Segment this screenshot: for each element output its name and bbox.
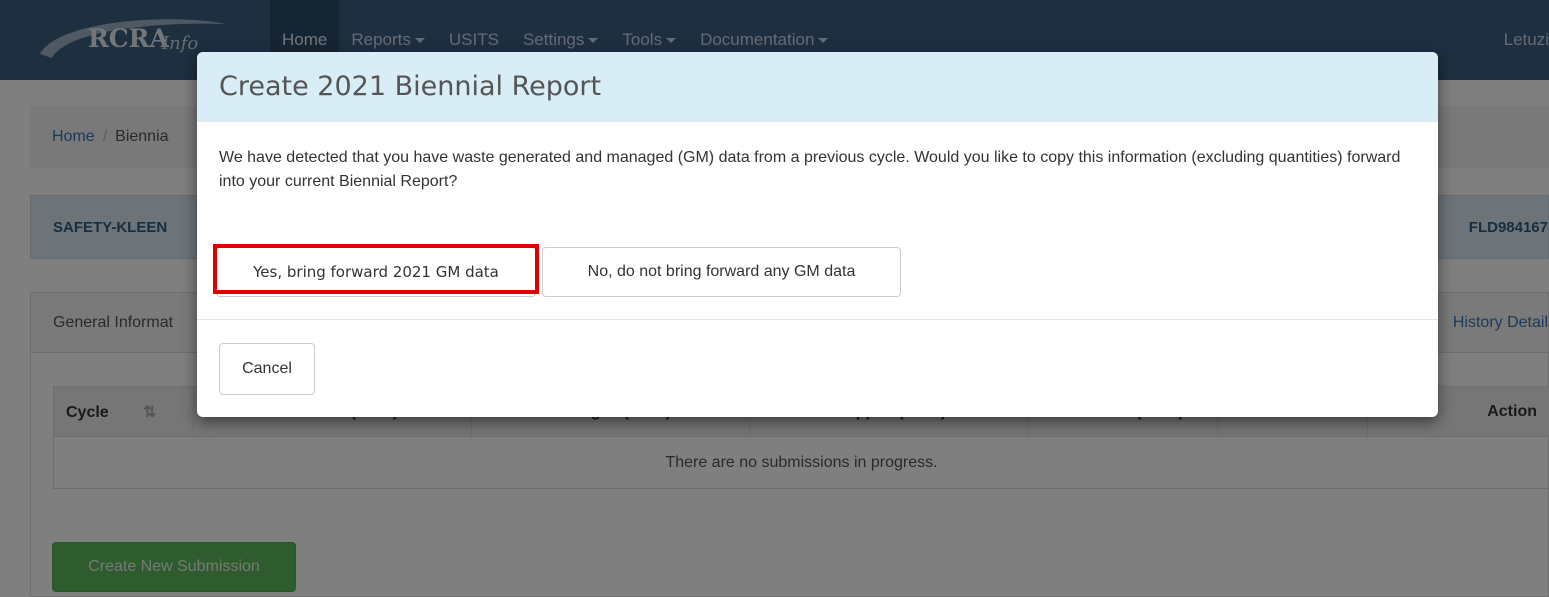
modal-footer: Cancel (197, 320, 1438, 417)
create-report-modal: Create 2021 Biennial Report We have dete… (197, 52, 1438, 417)
modal-choice-buttons: Yes, bring forward 2021 GM data No, do n… (213, 244, 901, 297)
bring-forward-gm-data-button[interactable]: Yes, bring forward 2021 GM data (213, 244, 539, 297)
modal-message: We have detected that you have waste gen… (219, 149, 1401, 190)
cancel-button[interactable]: Cancel (219, 343, 315, 395)
bring-forward-gm-data-label: Yes, bring forward 2021 GM data (253, 263, 499, 281)
modal-header: Create 2021 Biennial Report (197, 52, 1438, 122)
modal-body: We have detected that you have waste gen… (197, 122, 1438, 320)
modal-title: Create 2021 Biennial Report (219, 71, 602, 102)
do-not-bring-forward-button[interactable]: No, do not bring forward any GM data (542, 247, 901, 297)
